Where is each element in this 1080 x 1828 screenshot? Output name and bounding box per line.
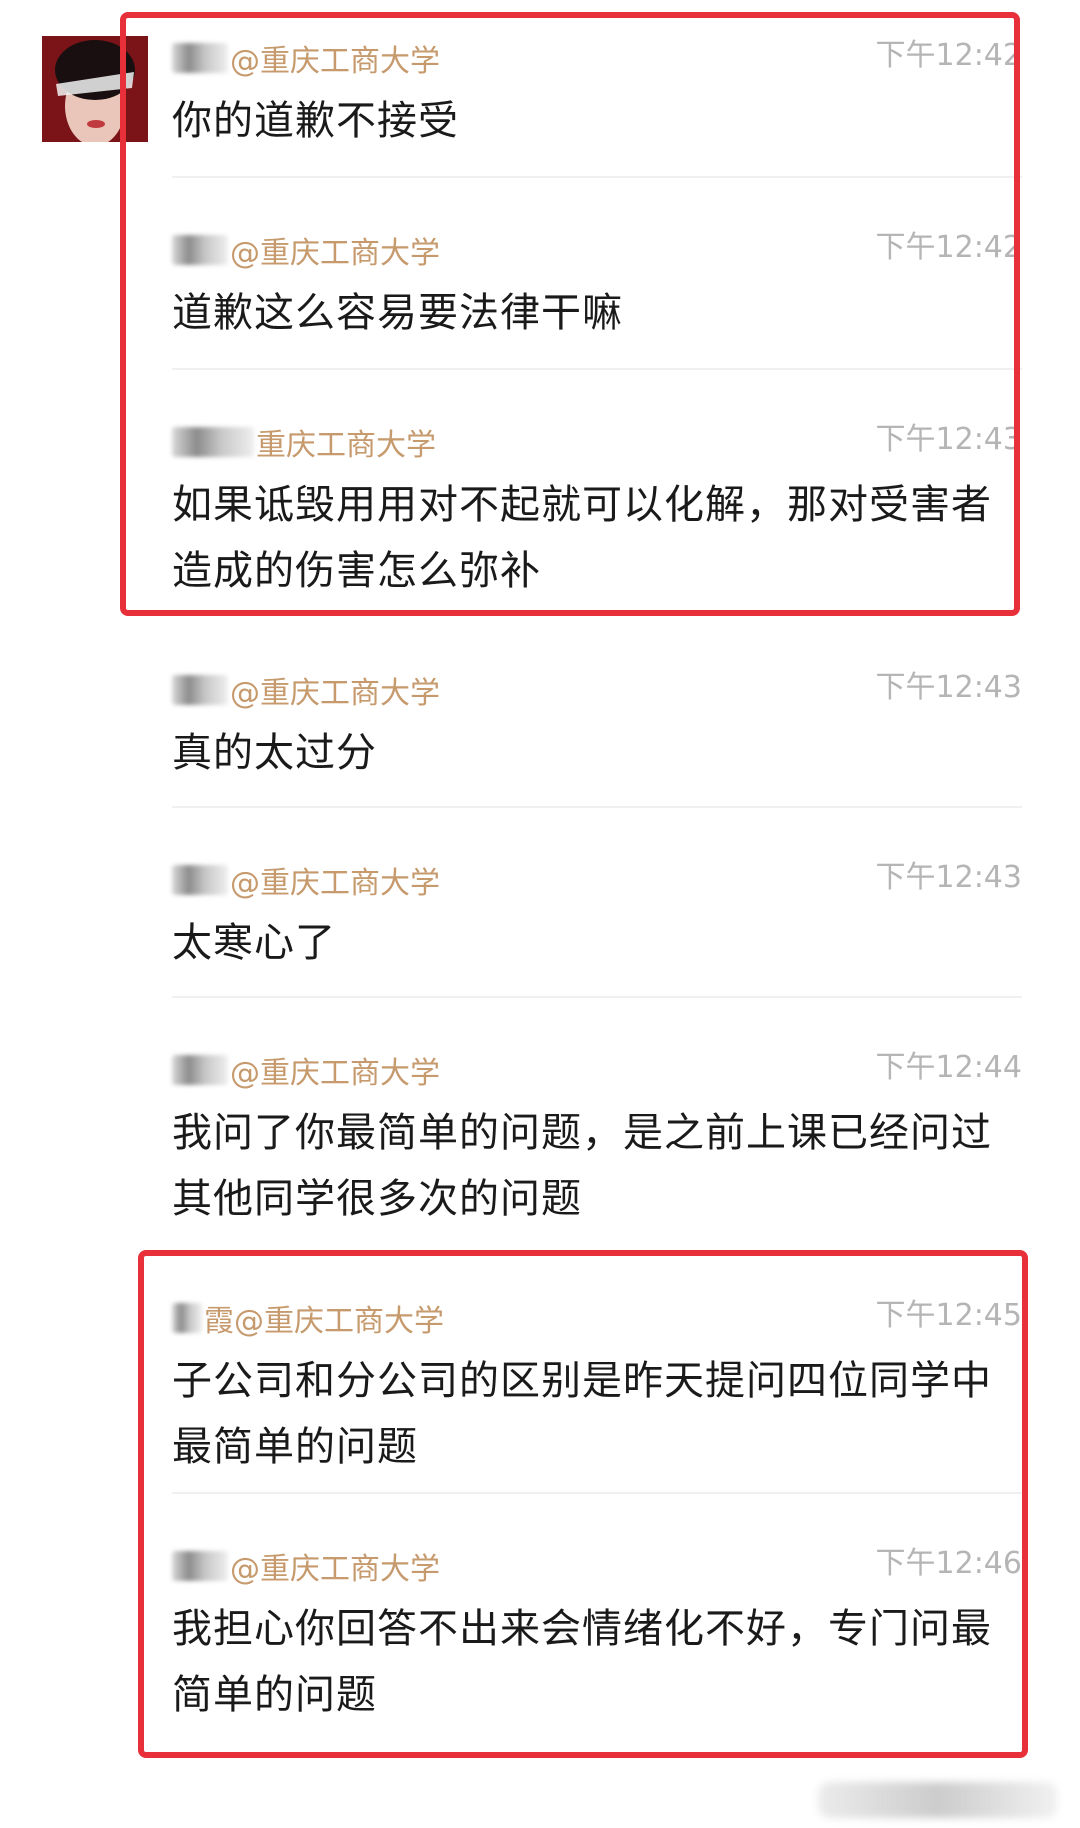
message-sender: 重庆工商大学: [172, 420, 436, 463]
redacted-name: [172, 675, 228, 705]
redacted-name: [172, 235, 228, 265]
message-time: 下午12:43: [875, 670, 1022, 705]
redacted-name: [172, 427, 254, 457]
message-text: 如果诋毁用用对不起就可以化解，那对受害者造成的伤害怎么弥补: [172, 482, 992, 594]
message-time: 下午12:43: [875, 422, 1022, 457]
message-item[interactable]: @重庆工商大学 下午12:43 真的太过分: [172, 668, 1022, 778]
message-text: 真的太过分: [172, 730, 377, 776]
divider: [172, 1492, 1022, 1494]
message-sender: @重庆工商大学: [172, 1544, 440, 1587]
message-text: 我问了你最简单的问题，是之前上课已经问过其他同学很多次的问题: [172, 1110, 992, 1222]
message-sender: 霞@重庆工商大学: [172, 1296, 444, 1339]
message-item[interactable]: @重庆工商大学 下午12:46 我担心你回答不出来会情绪化不好，专门问最简单的问…: [172, 1544, 1022, 1718]
redacted-name: [172, 865, 228, 895]
message-text: 太寒心了: [172, 920, 336, 966]
message-item[interactable]: @重庆工商大学 下午12:44 我问了你最简单的问题，是之前上课已经问过其他同学…: [172, 1048, 1022, 1222]
redacted-name: [172, 1551, 228, 1581]
message-sender: @重庆工商大学: [172, 858, 440, 901]
avatar[interactable]: [42, 36, 148, 142]
redacted-name: [172, 1055, 228, 1085]
message-time: 下午12:42: [875, 38, 1022, 73]
redacted-name: [172, 1303, 202, 1333]
message-time: 下午12:43: [875, 860, 1022, 895]
watermark: [818, 1782, 1058, 1818]
message-sender: @重庆工商大学: [172, 1048, 440, 1091]
message-text: 你的道歉不接受: [172, 98, 459, 144]
message-item[interactable]: @重庆工商大学 下午12:43 太寒心了: [172, 858, 1022, 968]
message-time: 下午12:44: [875, 1050, 1022, 1085]
message-time: 下午12:45: [875, 1298, 1022, 1333]
message-time: 下午12:42: [875, 230, 1022, 265]
redacted-name: [172, 43, 228, 73]
message-item[interactable]: @重庆工商大学 下午12:42 你的道歉不接受: [172, 36, 1022, 146]
message-text: 子公司和分公司的区别是昨天提问四位同学中最简单的问题: [172, 1358, 992, 1470]
message-text: 道歉这么容易要法律干嘛: [172, 290, 623, 336]
message-sender: @重庆工商大学: [172, 36, 440, 79]
message-sender: @重庆工商大学: [172, 228, 440, 271]
message-item[interactable]: 霞@重庆工商大学 下午12:45 子公司和分公司的区别是昨天提问四位同学中最简单…: [172, 1296, 1022, 1470]
divider: [172, 176, 1022, 178]
divider: [172, 368, 1022, 370]
divider: [172, 996, 1022, 998]
message-time: 下午12:46: [875, 1546, 1022, 1581]
message-sender: @重庆工商大学: [172, 668, 440, 711]
divider: [172, 806, 1022, 808]
message-item[interactable]: 重庆工商大学 下午12:43 如果诋毁用用对不起就可以化解，那对受害者造成的伤害…: [172, 420, 1022, 594]
message-item[interactable]: @重庆工商大学 下午12:42 道歉这么容易要法律干嘛: [172, 228, 1022, 338]
message-text: 我担心你回答不出来会情绪化不好，专门问最简单的问题: [172, 1606, 992, 1718]
